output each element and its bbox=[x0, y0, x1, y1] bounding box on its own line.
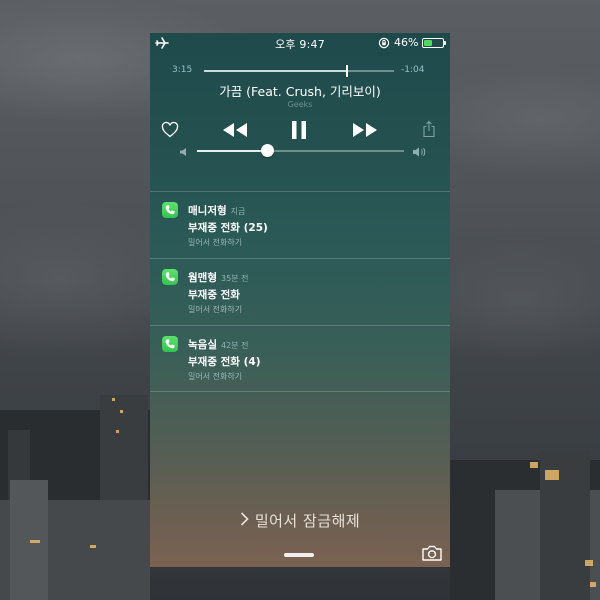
phone-app-icon bbox=[162, 336, 178, 352]
fast-forward-icon[interactable] bbox=[352, 122, 378, 138]
volume-knob[interactable] bbox=[261, 144, 275, 157]
notification-sender: 웜맨형 bbox=[188, 272, 217, 284]
battery-percent: 46% bbox=[394, 36, 419, 49]
notification-action: 밀어서 전화하기 bbox=[188, 305, 243, 314]
volume-slider[interactable] bbox=[197, 144, 404, 157]
unlock-label: 밀어서 잠금해제 bbox=[254, 512, 361, 530]
notification-body: 부재중 전화 bbox=[188, 289, 240, 301]
page-indicator bbox=[284, 553, 314, 557]
notification-body: 부재중 전화 (4) bbox=[188, 356, 261, 368]
notification-item[interactable]: 매니저형 지금 부재중 전화 (25) 밀어서 전화하기 bbox=[150, 192, 450, 258]
battery-level bbox=[424, 40, 433, 46]
lock-screen: 오후 9:47 46% 3:15 -1:04 가끔 (Feat. Crush, … bbox=[150, 33, 450, 567]
share-icon[interactable] bbox=[422, 120, 436, 138]
volume-high-icon bbox=[413, 147, 426, 157]
notification-item[interactable]: 녹음실 42분 전 부재중 전화 (4) 밀어서 전화하기 bbox=[150, 326, 450, 392]
song-artist: Geeks bbox=[287, 100, 313, 109]
rotation-lock-icon bbox=[378, 37, 390, 49]
progress-handle[interactable] bbox=[345, 65, 348, 77]
notification-time: 지금 bbox=[230, 207, 246, 216]
elapsed-time: 3:15 bbox=[172, 65, 193, 75]
remaining-time: -1:04 bbox=[401, 65, 425, 75]
camera-icon[interactable] bbox=[421, 544, 443, 562]
slide-to-unlock[interactable]: 밀어서 잠금해제 bbox=[150, 510, 450, 531]
progress-fill bbox=[204, 70, 347, 72]
notification-time: 35분 전 bbox=[220, 274, 249, 283]
battery-tip bbox=[444, 41, 446, 45]
volume-low-icon bbox=[180, 148, 186, 156]
progress-scrubber[interactable] bbox=[204, 65, 394, 77]
phone-app-icon bbox=[162, 269, 178, 285]
status-bar: 오후 9:47 46% bbox=[150, 33, 450, 53]
notification-action: 밀어서 전화하기 bbox=[188, 238, 243, 247]
notification-body: 부재중 전화 (25) bbox=[188, 222, 268, 234]
volume-fill bbox=[197, 150, 268, 152]
parking-building bbox=[10, 480, 48, 600]
battery-icon bbox=[422, 38, 444, 48]
pause-icon[interactable] bbox=[290, 120, 308, 140]
heart-icon[interactable] bbox=[161, 121, 179, 139]
divider bbox=[150, 391, 450, 392]
song-title: 가끔 (Feat. Crush, 기리보이) bbox=[219, 84, 381, 99]
notification-sender: 녹음실 bbox=[188, 339, 217, 351]
notification-action: 밀어서 전화하기 bbox=[188, 372, 243, 381]
chevron-right-icon bbox=[240, 512, 249, 530]
rewind-icon[interactable] bbox=[222, 122, 248, 138]
notification-sender: 매니저형 bbox=[188, 205, 227, 217]
notification-time: 42분 전 bbox=[220, 341, 249, 350]
notification-item[interactable]: 웜맨형 35분 전 부재중 전화 밀어서 전화하기 bbox=[150, 259, 450, 325]
phone-app-icon bbox=[162, 202, 178, 218]
